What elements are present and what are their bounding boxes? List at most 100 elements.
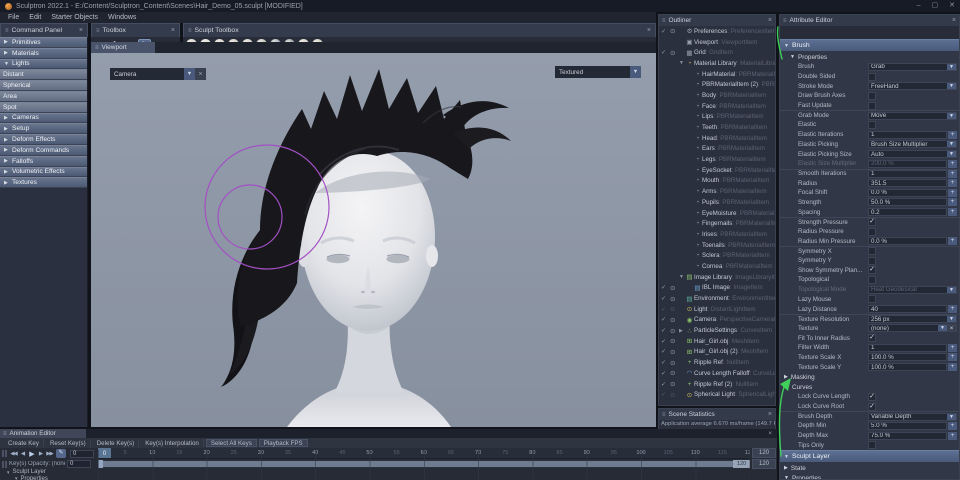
subsection-masking[interactable]: ▶Masking bbox=[780, 372, 959, 382]
outliner-item-camera[interactable]: ✓⊙◉Camera : PerspectiveCameraItem bbox=[659, 315, 775, 326]
eye-icon[interactable]: ⊙ bbox=[670, 380, 679, 388]
checkbox-symmetry-y[interactable] bbox=[868, 257, 876, 265]
chevron-down-icon[interactable]: ▼ bbox=[947, 414, 956, 420]
panel-grip[interactable] bbox=[2, 461, 7, 468]
outliner-item-pupils[interactable]: ◔Pupils : PBRMaterialItem bbox=[659, 197, 775, 208]
command-item-materials[interactable]: ▶Materials bbox=[0, 48, 87, 59]
outliner-item-ibl-image[interactable]: ✓⊙▤IBL Image : ImageItem bbox=[659, 283, 775, 294]
eye-icon[interactable]: ⊙ bbox=[670, 337, 679, 345]
chevron-down-icon[interactable]: ▼ bbox=[947, 113, 956, 119]
visibility-check[interactable]: ✓ bbox=[661, 338, 670, 345]
field-radius[interactable]: 351.5 bbox=[868, 179, 947, 187]
menu-edit[interactable]: Edit bbox=[24, 14, 46, 21]
field-elastic-iterations[interactable]: 1 bbox=[868, 131, 947, 139]
previous-frame-button[interactable]: ◀ bbox=[18, 451, 27, 457]
checkbox-lock-curve-root[interactable]: ✓ bbox=[868, 403, 876, 411]
outliner-item-fingernails[interactable]: ◔Fingernails : PBRMaterialItem bbox=[659, 218, 775, 229]
outliner-item-teeth[interactable]: ◔Teeth : PBRMaterialItem bbox=[659, 122, 775, 133]
close-icon[interactable]: × bbox=[79, 27, 83, 34]
field-strength[interactable]: 50.0 % bbox=[868, 198, 947, 206]
visibility-check[interactable]: ✓ bbox=[661, 327, 670, 334]
checkbox-lazy-mouse[interactable] bbox=[868, 295, 876, 303]
viewport-canvas[interactable]: Camera ▼ × Textured ▼ bbox=[91, 53, 656, 427]
anim-menu-playback-fps[interactable]: Playback FPS bbox=[259, 439, 308, 447]
close-icon[interactable]: × bbox=[768, 429, 777, 438]
command-item-volumetric-effects[interactable]: ▶Volumetric Effects bbox=[0, 167, 87, 178]
outliner-item-ears[interactable]: ◔Ears : PBRMaterialItem bbox=[659, 144, 775, 155]
field-filter-width[interactable]: 1 bbox=[868, 344, 947, 352]
spinner-depth-min[interactable]: + bbox=[948, 422, 957, 430]
command-item-cameras[interactable]: ▶Cameras bbox=[0, 113, 87, 124]
maximize-button[interactable]: ▢ bbox=[932, 0, 939, 12]
checkbox-lock-curve-length[interactable]: ✓ bbox=[868, 393, 876, 401]
tab-toolbox[interactable]: ≡ Toolbox × bbox=[91, 23, 180, 37]
outliner-item-preferences[interactable]: ✓⊙⚙Preferences : PreferencesItem bbox=[659, 26, 775, 37]
field-focal-shift[interactable]: 0.0 % bbox=[868, 189, 947, 197]
field-texture-scale-y[interactable]: 100.0 % bbox=[868, 363, 947, 371]
next-frame-button[interactable]: ▶ bbox=[36, 451, 45, 457]
eye-icon[interactable]: ⊙ bbox=[670, 348, 679, 356]
tab-animation-editor[interactable]: ≡ Animation Editor bbox=[0, 429, 86, 438]
go-to-start-button[interactable]: ◀◀ bbox=[9, 451, 18, 457]
visibility-check[interactable]: ✓ bbox=[661, 284, 670, 291]
command-item-deform-commands[interactable]: ▶Deform Commands bbox=[0, 145, 87, 156]
command-item-primitives[interactable]: ▶Primitives bbox=[0, 37, 87, 48]
outliner-item-curve-length-falloff[interactable]: ✓⊙◠Curve Length Falloff : CurveLengthFal… bbox=[659, 368, 775, 379]
dropdown-texture-resolution[interactable]: 256 px▼ bbox=[868, 315, 957, 323]
anim-menu-delete-key-s[interactable]: Delete Key(s) bbox=[93, 439, 139, 447]
chevron-down-icon[interactable]: ▼ bbox=[630, 66, 641, 78]
tab-command-panel[interactable]: ≡ Command Panel × bbox=[0, 23, 88, 37]
panel-grip[interactable] bbox=[2, 450, 7, 457]
command-item-spot[interactable]: Spot bbox=[0, 102, 87, 113]
checkbox-topological[interactable] bbox=[868, 276, 876, 284]
checkbox-tips-only[interactable] bbox=[868, 441, 876, 449]
outliner-item-hair-girl-obj-2[interactable]: ✓⊙⊞Hair_Girl.obj (2) : MeshItem bbox=[659, 347, 775, 358]
subsection-properties[interactable]: ▼Properties bbox=[780, 473, 959, 479]
spinner-filter-width[interactable]: + bbox=[948, 344, 957, 352]
spinner-texture-scale-x[interactable]: + bbox=[948, 353, 957, 361]
close-icon[interactable]: × bbox=[768, 411, 772, 418]
spinner-radius-min-pressure[interactable]: + bbox=[948, 237, 957, 245]
visibility-check[interactable]: ✓ bbox=[661, 359, 670, 366]
menu-windows[interactable]: Windows bbox=[103, 14, 141, 21]
dropdown-brush[interactable]: Grab▼ bbox=[868, 63, 957, 71]
eye-icon[interactable]: ⊙ bbox=[670, 49, 679, 57]
dropdown-elastic-picking[interactable]: Brush Size Multiplier▼ bbox=[868, 140, 957, 148]
outliner-item-cornea[interactable]: ◔Cornea : PBRMaterialItem bbox=[659, 261, 775, 272]
command-item-spherical[interactable]: Spherical bbox=[0, 80, 87, 91]
anim-menu-select-all-keys[interactable]: Select All Keys bbox=[206, 439, 257, 447]
outliner-item-eyemoisture[interactable]: ◔EyeMoisture : PBRMaterialItem bbox=[659, 208, 775, 219]
spinner-spacing[interactable]: + bbox=[948, 208, 957, 216]
subsection-curves[interactable]: ▼Curves bbox=[780, 382, 959, 392]
eye-icon[interactable]: ⊙ bbox=[670, 327, 679, 335]
checkbox-show-symmetry-plan[interactable]: ✓ bbox=[868, 266, 876, 274]
dropdown-grab-mode[interactable]: Move▼ bbox=[868, 112, 957, 120]
scene-statistics-header[interactable]: ≡ Scene Statistics × bbox=[659, 409, 775, 420]
outliner-item-viewport[interactable]: ▣Viewport : ViewportItem bbox=[659, 37, 775, 48]
checkbox-strength-pressure[interactable]: ✓ bbox=[868, 218, 876, 226]
outliner-item-hairmaterial[interactable]: ◔HairMaterial : PBRMaterialItem bbox=[659, 69, 775, 80]
command-item-lights[interactable]: ▼Lights bbox=[0, 59, 87, 70]
outliner-item-particlesettings[interactable]: ✓⊙▶∴ParticleSettings : CurvesItem bbox=[659, 325, 775, 336]
spinner-smooth-iterations[interactable]: + bbox=[948, 170, 957, 178]
track-end-key[interactable]: 120 bbox=[733, 460, 750, 468]
track-bar[interactable]: 120 bbox=[98, 460, 750, 468]
eye-icon[interactable]: ⊙ bbox=[670, 305, 679, 313]
visibility-check[interactable]: ✓ bbox=[661, 316, 670, 323]
checkbox-symmetry-x[interactable] bbox=[868, 247, 876, 255]
close-icon[interactable]: × bbox=[768, 17, 772, 24]
visibility-check[interactable]: ✓ bbox=[661, 348, 670, 355]
close-icon[interactable]: × bbox=[952, 17, 956, 24]
menu-file[interactable]: File bbox=[3, 14, 24, 21]
command-item-deform-effects[interactable]: ▶Deform Effects bbox=[0, 134, 87, 145]
anim-row-properties[interactable]: ▼Properties bbox=[0, 476, 777, 480]
subsection-properties[interactable]: ▼Properties bbox=[780, 52, 959, 62]
outliner-item-material-library[interactable]: ▼◔Material Library : MaterialLibraryItem bbox=[659, 58, 775, 69]
spinner-depth-max[interactable]: + bbox=[948, 432, 957, 440]
dropdown-brush-depth[interactable]: Variable Depth▼ bbox=[868, 413, 957, 421]
outliner-item-irises[interactable]: ◔Irises : PBRMaterialItem bbox=[659, 229, 775, 240]
field-elastic-size-multiplier[interactable]: 200.0 % bbox=[868, 160, 947, 168]
outliner-item-pbrmaterialitem-2[interactable]: ◔PBRMaterialItem (2) : PBRMaterialItem bbox=[659, 79, 775, 90]
visibility-check[interactable]: ✓ bbox=[661, 49, 670, 56]
attribute-editor-header[interactable]: ≡ Attribute Editor × bbox=[780, 15, 959, 26]
